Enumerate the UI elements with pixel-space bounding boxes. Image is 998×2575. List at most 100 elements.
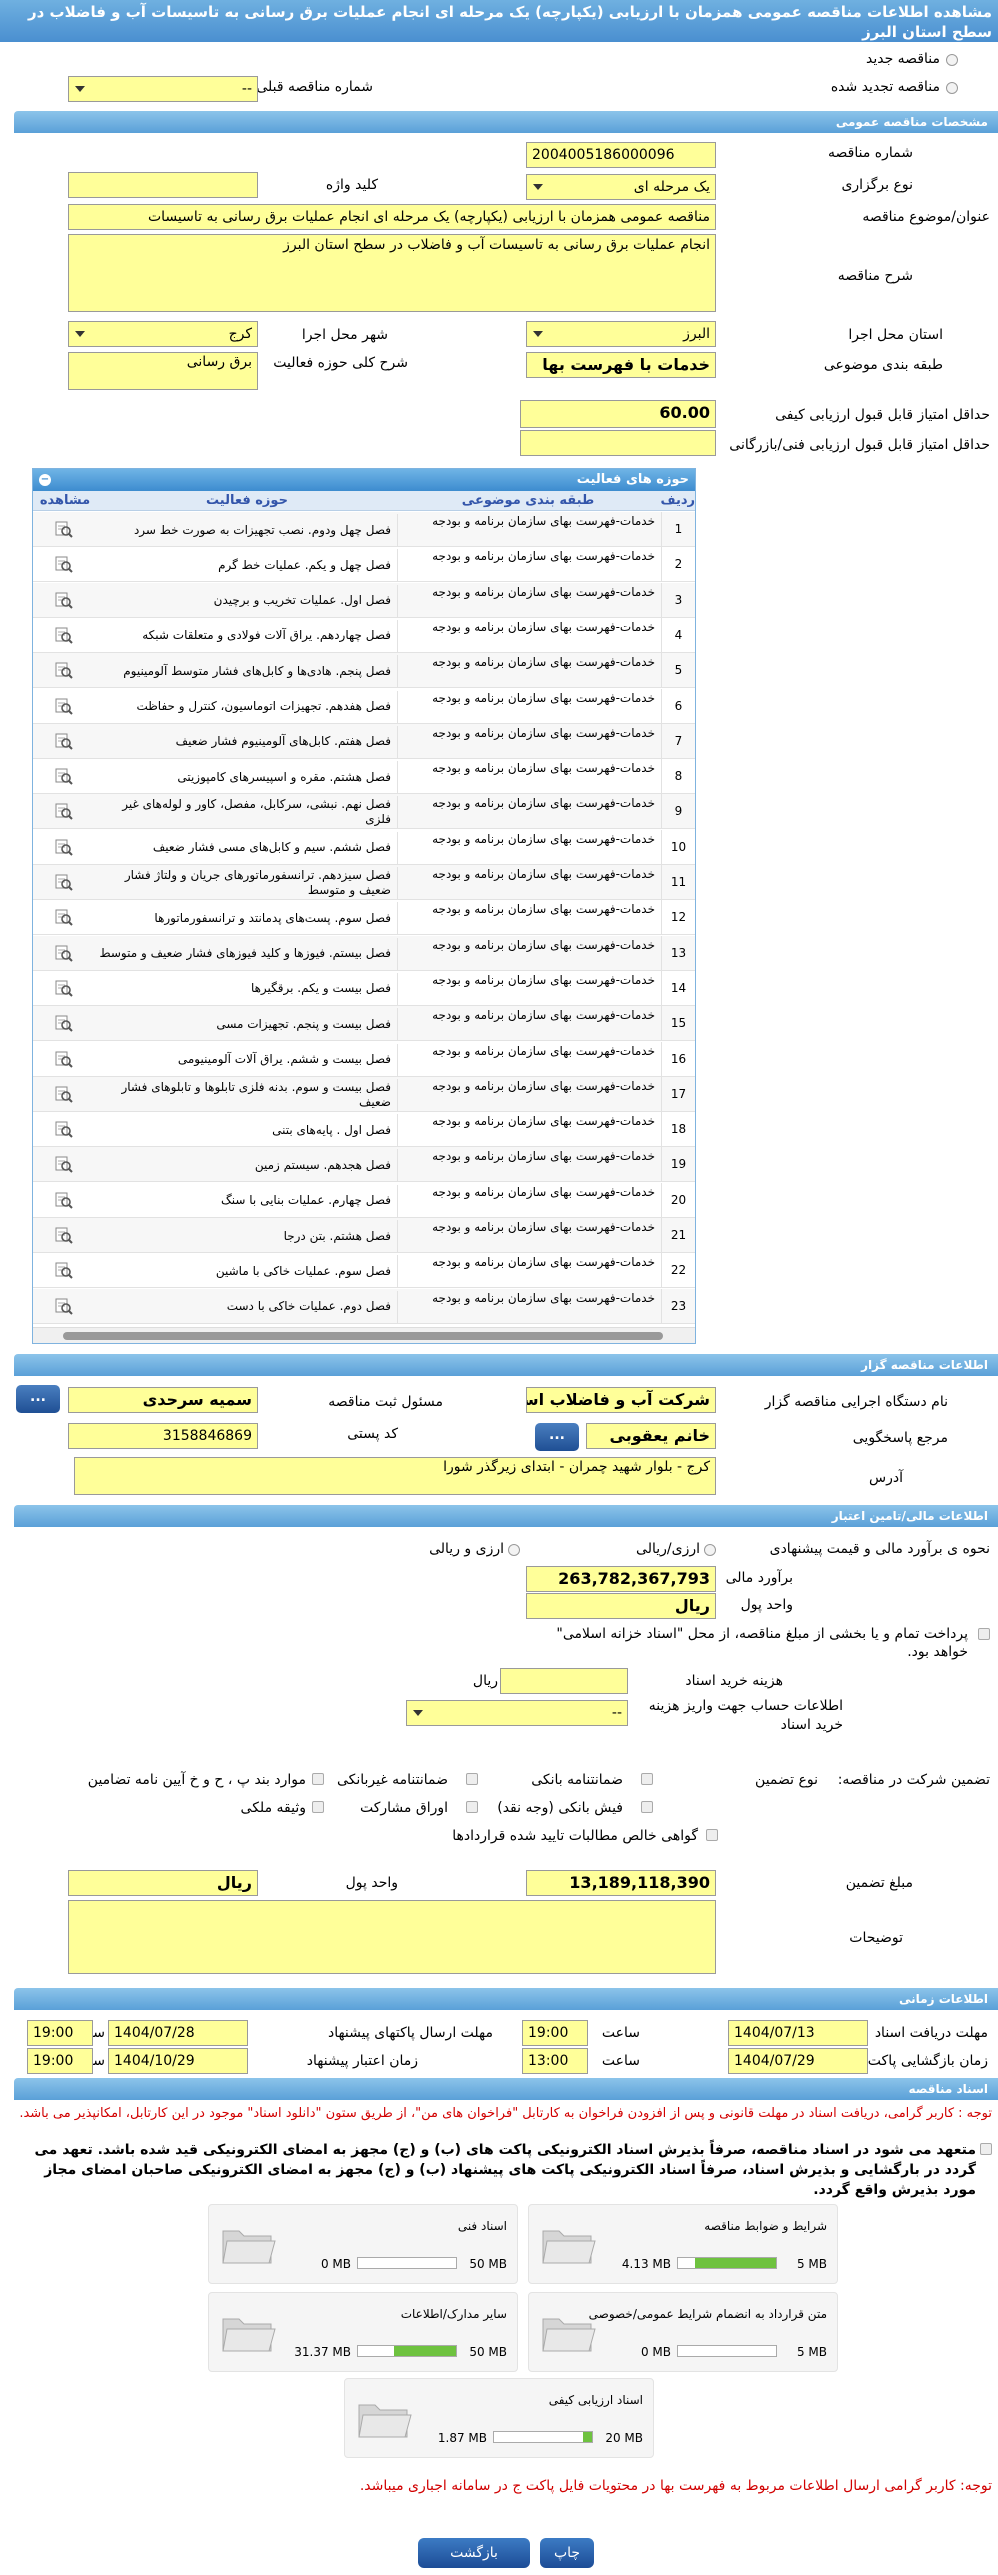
new-tender-radio[interactable] [946,54,958,66]
row-activity: فصل بیست و ششم. یراق آلات آلومینیومی [99,1044,395,1076]
row-category: خدمات-فهرست بهای سازمان برنامه و بودجه [397,584,659,617]
file-title: متن قرارداد به انضمام شرایط عمومی/خصوصی [588,2307,827,2321]
back-button[interactable]: بازگشت [418,2538,530,2568]
magnifier-icon[interactable] [55,1261,73,1280]
row-activity: فصل سوم. پست‌های پدمانتد و ترانسفورماتور… [99,902,395,934]
renewed-tender-radio[interactable] [946,82,958,94]
row-view-cell [33,936,97,971]
guarantee-property-label: وثیقه ملکی [240,1800,306,1816]
row-view-cell [33,1253,97,1288]
col-row: ردیف [660,493,695,508]
row-activity: فصل چهارم. عملیات بنایی با سنگ [99,1185,395,1217]
guarantee-clause-label: موارد بند پ ، ح و خ آیین نامه تضامین [87,1772,306,1788]
row-category: خدمات-فهرست بهای سازمان برنامه و بودجه [397,1078,659,1111]
min-quality-field: 60.00 [520,400,716,428]
magnifier-icon[interactable] [55,767,73,785]
account-select[interactable]: -- [406,1700,628,1726]
row-view-cell [33,583,97,618]
magnifier-icon[interactable] [55,1155,73,1174]
reference-lookup-button[interactable]: ... [535,1423,579,1451]
magnifier-icon[interactable] [55,626,73,644]
guarantee-cash-checkbox [641,1801,653,1813]
print-button[interactable]: چاپ [540,2538,594,2568]
magnifier-icon[interactable] [55,1191,73,1209]
fx-rial-radio[interactable] [508,1544,520,1556]
document-file-box[interactable]: شرایط و ضوابط مناقصه 5 MB 4.13 MB [528,2204,838,2284]
magnifier-icon[interactable] [55,1297,73,1315]
magnifier-icon[interactable] [55,1014,73,1032]
magnifier-icon[interactable] [55,979,73,997]
document-file-box[interactable]: متن قرارداد به انضمام شرایط عمومی/خصوصی 5… [528,2292,838,2372]
subject-field: مناقصه عمومی همزمان با ارزیابی (یکپارچه)… [68,204,716,230]
file-title: شرایط و ضوابط مناقصه [704,2219,827,2233]
province-select[interactable]: البرز [526,321,716,347]
organizer-section-header: اطلاعات مناقصه گزار [14,1354,998,1376]
row-activity: فصل اول. عملیات تخریب و برچیدن [99,585,395,617]
row-category: خدمات-فهرست بهای سازمان برنامه و بودجه [397,1290,659,1323]
magnifier-icon[interactable] [55,1050,73,1068]
magnifier-icon[interactable] [55,661,73,679]
row-activity: فصل چهاردهم. یراق آلات فولادی و متعلقات … [99,620,395,652]
registrar-lookup-button[interactable]: ... [16,1385,60,1413]
row-view-cell [33,830,97,865]
row-category: خدمات-فهرست بهای سازمان برنامه و بودجه [397,1149,659,1182]
reference-field: خانم یعقوبی [586,1423,716,1449]
magnifier-icon[interactable] [55,1120,73,1138]
row-number: 16 [661,1041,695,1077]
file-used-size: 1.87 MB [437,2431,487,2445]
row-view-cell [33,1147,97,1182]
row-number: 2 [661,547,695,583]
row-activity-text: فصل دوم. عملیات خاکی با دست [226,1299,391,1314]
row-activity-text: فصل چهاردهم. یراق آلات فولادی و متعلقات … [142,628,391,643]
magnifier-icon[interactable] [55,732,73,750]
row-activity: فصل هجدهم. سیستم زمین [99,1149,395,1181]
col-activity: حوزه فعالیت [206,493,288,508]
row-category: خدمات-فهرست بهای سازمان برنامه و بودجه [397,1008,659,1041]
subject-label: عنوان/موضوع مناقصه [862,209,990,225]
magnifier-icon[interactable] [55,838,73,856]
guarantee-bank-checkbox [641,1773,653,1785]
row-category: خدمات-فهرست بهای سازمان برنامه و بودجه [397,549,659,582]
magnifier-icon[interactable] [55,802,73,821]
scope-field: برق رسانی [68,352,258,390]
row-activity: فصل هشتم. بتن درجا [99,1220,395,1252]
magnifier-icon[interactable] [55,520,73,538]
magnifier-icon[interactable] [55,555,73,574]
row-activity: فصل هفتم. کابل‌های آلومینیوم فشار ضعیف [99,726,395,758]
row-activity-text: فصل بیست و ششم. یراق آلات آلومینیومی [177,1052,391,1066]
magnifier-icon[interactable] [55,591,73,609]
pricelist-note: توجه: کاربر گرامی ارسال اطلاعات مربوط به… [359,2478,992,2494]
row-activity-text: فصل اول . پایه‌های بتنی [272,1122,391,1137]
file-title: اسناد ارزیابی کیفی [548,2393,643,2407]
magnifier-icon[interactable] [55,697,73,715]
file-usage-bar [357,2345,457,2357]
document-file-box[interactable]: اسناد فنی 50 MB 0 MB [208,2204,518,2284]
magnifier-icon[interactable] [55,908,73,927]
tender-type-select[interactable]: یک مرحله ای [526,174,716,200]
document-file-box[interactable]: اسناد ارزیابی کیفی 20 MB 1.87 MB [344,2378,654,2458]
row-activity-text: فصل بیست و پنجم. تجهیزات مسی [216,1016,391,1031]
row-activity-text: فصل بیست و یکم. برقگیرها [250,981,391,996]
magnifier-icon[interactable] [55,1226,73,1244]
row-category: خدمات-فهرست بهای سازمان برنامه و بودجه [397,1220,659,1252]
row-number: 18 [661,1112,695,1148]
collapse-icon[interactable]: − [39,474,51,486]
province-label: استان محل اجرا [848,327,943,343]
row-activity-text: فصل بیست و سوم. بدنه فلزی تابلوها و تابل… [121,1079,391,1109]
row-view-cell [33,689,97,724]
grid-horizontal-scrollbar[interactable] [33,1327,695,1343]
row-number: 5 [661,653,695,689]
city-select[interactable]: کرج [68,321,258,347]
magnifier-icon[interactable] [55,944,73,962]
treasury-checkbox[interactable] [978,1628,990,1640]
magnifier-icon[interactable] [55,873,73,891]
file-used-size: 0 MB [640,2345,671,2359]
row-activity-text: فصل سوم. پست‌های پدمانتد و ترانسفورماتور… [154,910,391,925]
magnifier-icon[interactable] [55,1085,73,1103]
row-activity-text: فصل چهل ودوم. نصب تجهیزات به صورت خط سرد [133,522,391,537]
previous-number-select[interactable]: -- [68,76,258,102]
guarantee-amount-field: 13,189,118,390 [526,1870,716,1896]
document-file-box[interactable]: سایر مدارک/اطلاعات 50 MB 31.37 MB [208,2292,518,2372]
rial-radio[interactable] [704,1544,716,1556]
row-activity: فصل هشتم. مقره و اسپیسرهای کامپوزیتی [99,761,395,793]
